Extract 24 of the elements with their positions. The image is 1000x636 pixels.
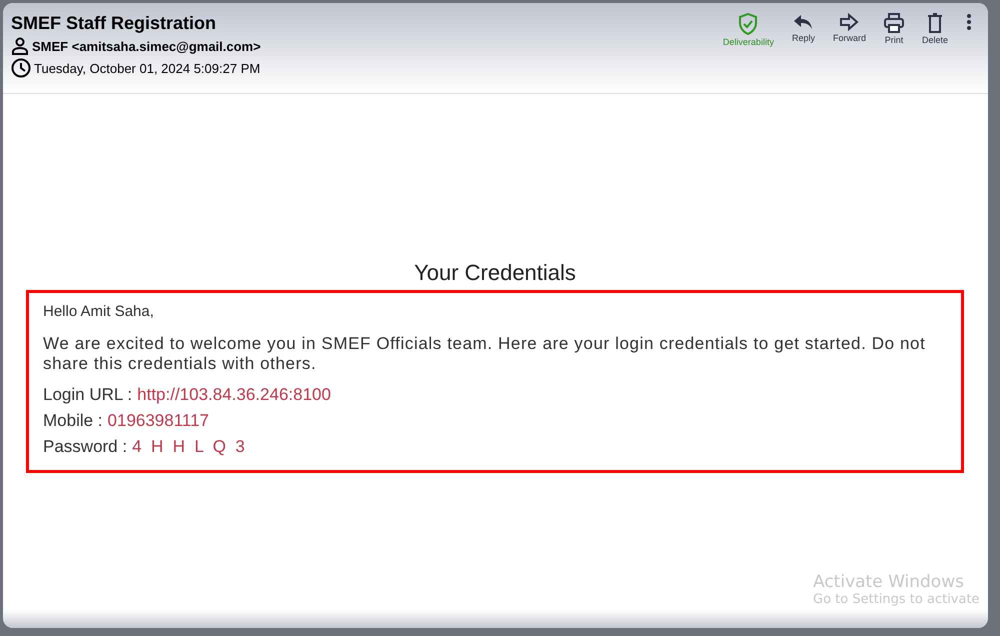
toolbar-button[interactable]: Reply [788, 13, 819, 43]
field-value: http://103.84.36.246:8100 [137, 385, 331, 404]
toolbar-button[interactable]: Print [880, 13, 908, 45]
email-date: Tuesday, October 01, 2024 5:09:27 PM [34, 60, 260, 76]
reply-icon [793, 13, 814, 31]
message-title: Your Credentials [414, 260, 576, 286]
field-label: Login URL : [43, 385, 132, 404]
field-value: 4 H H L Q 3 [132, 437, 245, 456]
toolbar-button[interactable]: Delete [918, 13, 952, 45]
clock-icon [11, 58, 31, 78]
arrow-right-icon [839, 13, 860, 31]
toolbar-button[interactable]: Forward [828, 13, 870, 43]
email-sender: SMEF <amitsaha.simec@gmail.com> [32, 38, 261, 54]
field-value: 01963981117 [108, 411, 210, 430]
shield-check-icon [738, 13, 758, 35]
more-icon [966, 13, 972, 31]
person-icon [11, 37, 29, 55]
email-subject: SMEF Staff Registration [11, 13, 218, 34]
intro-text: We are excited to welcome you in SMEF Officials team. Here are your login credentials to get started. Do not share this credentials with others. [43, 334, 926, 374]
print-icon [884, 13, 904, 33]
field-label: Password : [43, 437, 128, 456]
field-label: Mobile : [43, 411, 103, 430]
trash-icon [926, 13, 943, 33]
greeting-text: Hello Amit Saha, [43, 303, 155, 320]
